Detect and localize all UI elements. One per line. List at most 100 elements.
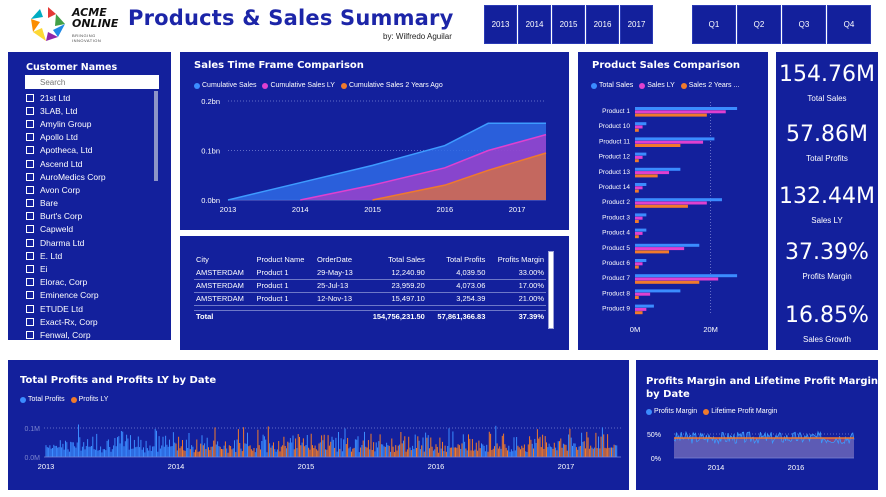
- bar-sales-ly[interactable]: [635, 201, 707, 205]
- table-row[interactable]: AMSTERDAM Product 1 25-Jul-13 23,959.20 4,07…: [194, 279, 546, 293]
- bar-sales-2-years-[interactable]: [635, 235, 639, 239]
- quarter-slicer-q3[interactable]: Q3: [782, 5, 826, 44]
- bar-sales-2-years-[interactable]: [635, 189, 639, 193]
- bar-sales-ly[interactable]: [635, 110, 726, 114]
- customer-list-item[interactable]: Ascend Ltd: [26, 157, 156, 170]
- column-header[interactable]: Total Sales: [361, 248, 426, 266]
- bar-sales-ly[interactable]: [635, 171, 670, 175]
- customer-checkbox[interactable]: [26, 199, 34, 208]
- bar-sales-2-years-[interactable]: [635, 159, 639, 163]
- customer-checkbox[interactable]: [26, 93, 34, 102]
- bar-total-sales[interactable]: [635, 152, 647, 156]
- bar-total-sales[interactable]: [635, 122, 647, 126]
- customer-checkbox[interactable]: [26, 133, 34, 142]
- bar-sales-2-years-[interactable]: [635, 113, 707, 117]
- customer-checkbox[interactable]: [26, 251, 34, 260]
- table-row[interactable]: AMSTERDAM Product 1 29-May-13 12,240.90 4,03…: [194, 266, 546, 280]
- customer-checkbox[interactable]: [26, 172, 34, 181]
- bar-total-sales[interactable]: [635, 304, 654, 308]
- bar-sales-ly[interactable]: [635, 292, 651, 296]
- year-slicer-2017[interactable]: 2017: [620, 5, 653, 44]
- bar-total-sales[interactable]: [635, 137, 715, 141]
- customer-list-item[interactable]: ETUDE Ltd: [26, 302, 156, 315]
- bar-sales-2-years-[interactable]: [635, 174, 658, 178]
- bar-sales-2-years-[interactable]: [635, 311, 643, 315]
- customer-list-item[interactable]: E. Ltd: [26, 249, 156, 262]
- bar-sales-ly[interactable]: [635, 277, 719, 281]
- bar-total-sales[interactable]: [635, 259, 647, 262]
- customer-checkbox[interactable]: [26, 159, 34, 168]
- customer-checkbox[interactable]: [26, 304, 34, 313]
- customer-list-item[interactable]: Avon Corp: [26, 183, 156, 196]
- bar-sales-2-years-[interactable]: [635, 204, 688, 208]
- year-slicer-2016[interactable]: 2016: [586, 5, 619, 44]
- column-header[interactable]: Total Profits: [427, 248, 488, 266]
- customer-list-item[interactable]: Bare: [26, 197, 156, 210]
- customer-checkbox[interactable]: [26, 330, 34, 339]
- customer-list-item[interactable]: Elorac, Corp: [26, 276, 156, 289]
- bar-sales-ly[interactable]: [635, 140, 704, 144]
- customer-list-item[interactable]: Capweld: [26, 223, 156, 236]
- customer-list-item[interactable]: Eminence Corp: [26, 289, 156, 302]
- bar-sales-ly[interactable]: [635, 186, 643, 190]
- bar-total-sales[interactable]: [635, 274, 738, 278]
- customer-checkbox[interactable]: [26, 265, 34, 274]
- customer-list-item[interactable]: AuroMedics Corp: [26, 170, 156, 183]
- bar-sales-2-years-[interactable]: [635, 296, 639, 299]
- customer-checkbox[interactable]: [26, 106, 34, 115]
- customer-list-item[interactable]: Burt's Corp: [26, 210, 156, 223]
- year-slicer-2014[interactable]: 2014: [518, 5, 551, 44]
- bar-total-sales[interactable]: [635, 213, 647, 217]
- customer-list-item[interactable]: Amylin Group: [26, 117, 156, 130]
- customer-checkbox[interactable]: [26, 317, 34, 326]
- customer-checkbox[interactable]: [26, 146, 34, 155]
- column-header[interactable]: OrderDate: [315, 248, 361, 266]
- bar-sales-ly[interactable]: [635, 155, 643, 159]
- bar-sales-2-years-[interactable]: [635, 265, 639, 269]
- customer-list-item[interactable]: 21st Ltd: [26, 91, 156, 104]
- bar-total-sales[interactable]: [635, 228, 647, 232]
- customer-list-scrollbar[interactable]: [154, 91, 158, 181]
- customer-checkbox[interactable]: [26, 238, 34, 247]
- bar-total-sales[interactable]: [635, 167, 681, 171]
- bar-sales-2-years-[interactable]: [635, 250, 670, 254]
- customer-list-item[interactable]: Dharma Ltd: [26, 236, 156, 249]
- bar-sales-ly[interactable]: [635, 247, 685, 251]
- bar-total-sales[interactable]: [635, 107, 738, 110]
- customer-list-item[interactable]: Exact-Rx, Corp: [26, 315, 156, 328]
- customer-list-item[interactable]: 3LAB, Ltd: [26, 104, 156, 117]
- customer-list-item[interactable]: Ei: [26, 262, 156, 275]
- year-slicer-2015[interactable]: 2015: [552, 5, 585, 44]
- customer-checkbox[interactable]: [26, 291, 34, 300]
- customer-list-item[interactable]: Fenwal, Corp: [26, 328, 156, 341]
- bar-sales-ly[interactable]: [635, 216, 643, 220]
- customer-checkbox[interactable]: [26, 119, 34, 128]
- bar-sales-ly[interactable]: [635, 231, 643, 235]
- customer-list-item[interactable]: Apotheca, Ltd: [26, 144, 156, 157]
- year-slicer-2013[interactable]: 2013: [484, 5, 517, 44]
- table-row[interactable]: AMSTERDAM Product 1 12-Nov-13 15,497.10 3,25…: [194, 292, 546, 306]
- column-header[interactable]: City: [194, 248, 254, 266]
- quarter-slicer-q4[interactable]: Q4: [827, 5, 871, 44]
- bar-total-sales[interactable]: [635, 243, 700, 247]
- quarter-slicer-q1[interactable]: Q1: [692, 5, 736, 44]
- bar-sales-2-years-[interactable]: [635, 128, 639, 132]
- bar-sales-2-years-[interactable]: [635, 280, 700, 284]
- customer-list-item[interactable]: Apollo Ltd: [26, 131, 156, 144]
- column-header[interactable]: Profits Margin: [487, 248, 546, 266]
- bar-total-sales[interactable]: [635, 183, 647, 186]
- quarter-slicer-q2[interactable]: Q2: [737, 5, 781, 44]
- column-header[interactable]: Product Name: [254, 248, 315, 266]
- customer-checkbox[interactable]: [26, 185, 34, 194]
- customer-search-input[interactable]: [25, 75, 159, 89]
- bar-total-sales[interactable]: [635, 289, 681, 293]
- bar-sales-ly[interactable]: [635, 307, 647, 311]
- customer-checkbox[interactable]: [26, 212, 34, 221]
- bar-sales-ly[interactable]: [635, 262, 643, 266]
- bar-total-sales[interactable]: [635, 198, 722, 202]
- bar-sales-ly[interactable]: [635, 125, 643, 129]
- bar-sales-2-years-[interactable]: [635, 220, 639, 223]
- bar-sales-2-years-[interactable]: [635, 144, 681, 147]
- table-scrollbar[interactable]: [548, 251, 554, 329]
- customer-checkbox[interactable]: [26, 225, 34, 234]
